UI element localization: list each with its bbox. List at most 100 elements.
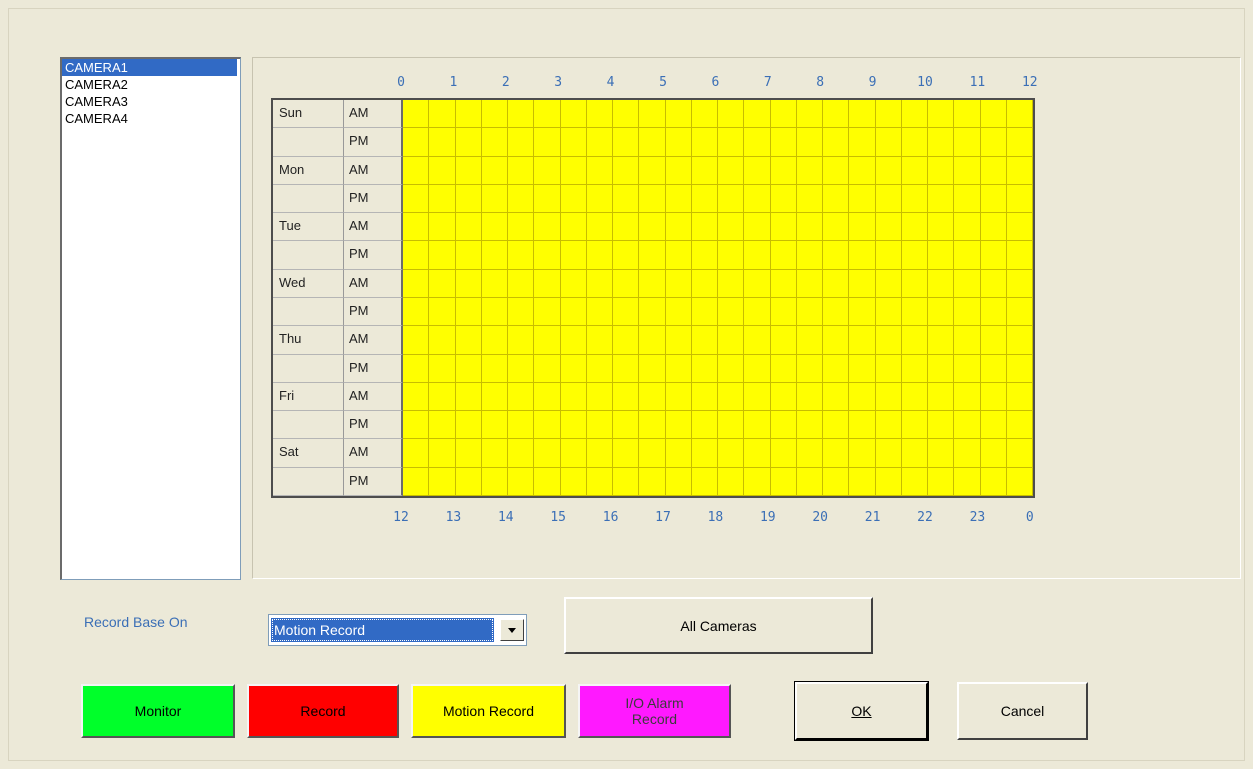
time-slot[interactable] — [954, 326, 981, 355]
time-slot[interactable] — [901, 298, 928, 327]
time-slot[interactable] — [718, 213, 745, 242]
time-slot[interactable] — [770, 354, 797, 383]
time-slot[interactable] — [849, 326, 876, 355]
time-slot[interactable] — [403, 269, 430, 298]
time-slot[interactable] — [849, 128, 876, 157]
time-slot[interactable] — [875, 298, 902, 327]
time-slot[interactable] — [508, 411, 535, 440]
time-slot[interactable] — [980, 326, 1007, 355]
time-slot[interactable] — [403, 467, 430, 496]
time-slot[interactable] — [665, 382, 692, 412]
time-slot[interactable] — [403, 241, 430, 270]
time-slot[interactable] — [639, 298, 666, 327]
time-slot[interactable] — [560, 100, 587, 129]
time-slot[interactable] — [481, 100, 508, 129]
chevron-down-icon[interactable] — [500, 619, 524, 641]
time-slot[interactable] — [613, 354, 640, 383]
time-slot[interactable] — [508, 100, 535, 129]
time-slot[interactable] — [481, 128, 508, 157]
time-slot[interactable] — [481, 382, 508, 412]
time-slot[interactable] — [718, 298, 745, 327]
time-slot[interactable] — [875, 128, 902, 157]
time-slot[interactable] — [954, 467, 981, 496]
time-slot[interactable] — [613, 382, 640, 412]
all-cameras-button[interactable]: All Cameras — [564, 597, 873, 654]
time-slot[interactable] — [586, 156, 613, 185]
time-slot[interactable] — [586, 326, 613, 355]
time-slot[interactable] — [954, 241, 981, 270]
time-slot[interactable] — [796, 269, 823, 298]
time-slot[interactable] — [534, 326, 561, 355]
time-slot[interactable] — [481, 411, 508, 440]
time-slot[interactable] — [744, 439, 771, 468]
time-slot[interactable] — [770, 326, 797, 355]
time-slot[interactable] — [796, 326, 823, 355]
time-slot[interactable] — [403, 439, 430, 468]
time-slot[interactable] — [928, 184, 955, 214]
time-slot[interactable] — [954, 269, 981, 298]
record-mode-button[interactable]: Record — [247, 684, 399, 738]
time-slot[interactable] — [1006, 184, 1033, 214]
time-slot[interactable] — [586, 298, 613, 327]
time-slot[interactable] — [560, 184, 587, 214]
time-slot[interactable] — [875, 467, 902, 496]
time-slot[interactable] — [481, 156, 508, 185]
time-slot[interactable] — [980, 156, 1007, 185]
time-slot[interactable] — [639, 382, 666, 412]
time-slot[interactable] — [718, 156, 745, 185]
time-slot[interactable] — [770, 467, 797, 496]
time-slot[interactable] — [718, 128, 745, 157]
time-slot[interactable] — [1006, 439, 1033, 468]
time-slot[interactable] — [586, 128, 613, 157]
time-slot[interactable] — [1006, 298, 1033, 327]
time-slot[interactable] — [429, 382, 456, 412]
time-slot[interactable] — [718, 411, 745, 440]
time-slot[interactable] — [928, 269, 955, 298]
time-slot[interactable] — [586, 467, 613, 496]
time-slot[interactable] — [875, 326, 902, 355]
time-slot[interactable] — [613, 298, 640, 327]
time-slot[interactable] — [639, 156, 666, 185]
time-slot[interactable] — [770, 213, 797, 242]
time-slot[interactable] — [481, 298, 508, 327]
time-slot[interactable] — [429, 439, 456, 468]
time-slot[interactable] — [823, 439, 850, 468]
time-slot[interactable] — [928, 439, 955, 468]
time-slot[interactable] — [560, 354, 587, 383]
time-slot[interactable] — [849, 354, 876, 383]
time-slot[interactable] — [534, 128, 561, 157]
time-slot[interactable] — [796, 354, 823, 383]
time-slot[interactable] — [796, 439, 823, 468]
time-slot[interactable] — [481, 241, 508, 270]
time-slot[interactable] — [875, 439, 902, 468]
time-slot[interactable] — [928, 382, 955, 412]
time-slot[interactable] — [665, 298, 692, 327]
time-slot[interactable] — [823, 100, 850, 129]
time-slot[interactable] — [901, 326, 928, 355]
time-slot[interactable] — [875, 241, 902, 270]
time-slot[interactable] — [718, 269, 745, 298]
time-slot[interactable] — [455, 213, 482, 242]
time-slot[interactable] — [429, 100, 456, 129]
time-slot[interactable] — [718, 326, 745, 355]
time-slot[interactable] — [613, 156, 640, 185]
time-slot[interactable] — [429, 411, 456, 440]
time-slot[interactable] — [586, 269, 613, 298]
time-slot[interactable] — [954, 100, 981, 129]
time-slot[interactable] — [613, 467, 640, 496]
time-slot[interactable] — [613, 269, 640, 298]
time-slot[interactable] — [639, 411, 666, 440]
time-slot[interactable] — [744, 326, 771, 355]
time-slot[interactable] — [691, 184, 718, 214]
io-alarm-record-mode-button[interactable]: I/O Alarm Record — [578, 684, 731, 738]
time-slot[interactable] — [508, 269, 535, 298]
time-slot[interactable] — [665, 100, 692, 129]
time-slot[interactable] — [875, 411, 902, 440]
time-slot[interactable] — [928, 326, 955, 355]
time-slot[interactable] — [613, 241, 640, 270]
time-slot[interactable] — [1006, 100, 1033, 129]
time-slot[interactable] — [980, 184, 1007, 214]
time-slot[interactable] — [455, 411, 482, 440]
time-slot[interactable] — [928, 298, 955, 327]
time-slot[interactable] — [455, 100, 482, 129]
